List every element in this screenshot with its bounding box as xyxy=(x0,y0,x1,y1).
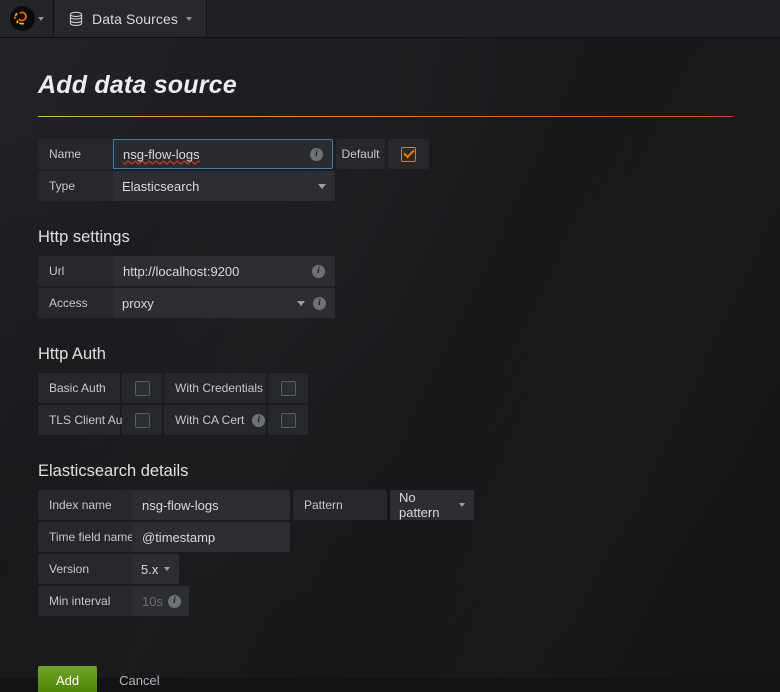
access-select[interactable]: proxy i xyxy=(113,288,335,318)
cancel-button[interactable]: Cancel xyxy=(113,666,165,692)
type-label: Type xyxy=(38,171,113,201)
caret-down-icon xyxy=(459,503,465,507)
access-label: Access xyxy=(38,288,113,318)
nav-item-data-sources[interactable]: Data Sources xyxy=(54,0,207,37)
access-value: proxy xyxy=(122,296,287,311)
name-value: nsg-flow-logs xyxy=(123,147,302,162)
basic-auth-label: Basic Auth xyxy=(38,373,120,403)
basic-auth-row: Basic Auth With Credentials i xyxy=(38,373,780,403)
url-label: Url xyxy=(38,256,113,286)
index-name-label: Index name xyxy=(38,490,132,520)
info-circle-icon[interactable]: i xyxy=(252,414,265,427)
basic-settings-group: Name nsg-flow-logs i Default Type Elasti… xyxy=(38,139,780,201)
with-ca-cert-checkbox-cell[interactable] xyxy=(268,405,308,435)
info-circle-icon[interactable]: i xyxy=(168,595,181,608)
index-name-input[interactable]: nsg-flow-logs xyxy=(132,490,290,520)
basic-auth-checkbox-cell[interactable] xyxy=(122,373,162,403)
tls-client-auth-row: TLS Client Auth With CA Cert i xyxy=(38,405,780,435)
caret-down-icon xyxy=(38,17,44,21)
info-circle-icon[interactable]: i xyxy=(310,148,323,161)
with-credentials-checkbox[interactable] xyxy=(281,381,296,396)
page-title: Add data source xyxy=(38,71,780,100)
min-interval-label: Min interval xyxy=(38,586,132,616)
form-actions: Add Cancel xyxy=(38,666,780,692)
grafana-logo-icon xyxy=(10,6,35,31)
default-label: Default xyxy=(336,139,385,169)
tls-client-auth-label: TLS Client Auth xyxy=(38,405,120,435)
type-select[interactable]: Elasticsearch xyxy=(113,171,335,201)
add-button[interactable]: Add xyxy=(38,666,97,692)
name-label: Name xyxy=(38,139,113,169)
index-name-value: nsg-flow-logs xyxy=(142,498,280,513)
type-value: Elasticsearch xyxy=(122,179,308,194)
with-ca-cert-checkbox[interactable] xyxy=(281,413,296,428)
caret-down-icon xyxy=(318,184,326,189)
url-value: http://localhost:9200 xyxy=(123,264,304,279)
info-circle-icon[interactable]: i xyxy=(312,265,325,278)
caret-down-icon xyxy=(164,567,170,571)
min-interval-input[interactable]: 10s i xyxy=(132,586,189,616)
grafana-home-button[interactable] xyxy=(0,0,54,37)
caret-down-icon xyxy=(297,301,305,306)
index-name-row: Index name nsg-flow-logs Pattern No patt… xyxy=(38,490,780,520)
basic-auth-checkbox[interactable] xyxy=(135,381,150,396)
min-interval-row: Min interval 10s i xyxy=(38,586,780,616)
type-row: Type Elasticsearch xyxy=(38,171,780,201)
time-field-name-label: Time field name xyxy=(38,522,132,552)
version-label: Version xyxy=(38,554,132,584)
page-content: Add data source Name nsg-flow-logs i Def… xyxy=(0,38,780,692)
pattern-select[interactable]: No pattern xyxy=(390,490,474,520)
name-row: Name nsg-flow-logs i Default xyxy=(38,139,780,169)
info-circle-icon[interactable]: i xyxy=(313,297,326,310)
with-credentials-text: With Credentials xyxy=(175,381,263,395)
http-auth-title: Http Auth xyxy=(38,345,780,364)
tls-client-auth-checkbox-cell[interactable] xyxy=(122,405,162,435)
with-ca-cert-label: With CA Cert i xyxy=(164,405,266,435)
pattern-label: Pattern xyxy=(293,490,387,520)
min-interval-placeholder: 10s xyxy=(142,594,163,609)
elasticsearch-details-group: Index name nsg-flow-logs Pattern No patt… xyxy=(38,490,780,616)
http-settings-group: Url http://localhost:9200 i Access proxy… xyxy=(38,256,780,318)
elasticsearch-details-title: Elasticsearch details xyxy=(38,462,780,481)
http-settings-title: Http settings xyxy=(38,228,780,247)
with-ca-cert-text: With CA Cert xyxy=(175,413,244,427)
pattern-value: No pattern xyxy=(399,490,453,520)
url-input[interactable]: http://localhost:9200 i xyxy=(113,256,335,286)
version-select[interactable]: 5.x xyxy=(132,554,179,584)
default-checkbox-cell[interactable] xyxy=(388,139,429,169)
time-field-name-value: @timestamp xyxy=(142,530,280,545)
http-auth-group: Basic Auth With Credentials i TLS Client… xyxy=(38,373,780,435)
version-value: 5.x xyxy=(141,562,160,577)
database-icon xyxy=(68,11,84,27)
top-navbar: Data Sources xyxy=(0,0,780,38)
time-field-name-row: Time field name @timestamp xyxy=(38,522,780,552)
name-input[interactable]: nsg-flow-logs i xyxy=(113,139,333,169)
default-checkbox[interactable] xyxy=(401,147,416,162)
nav-item-label: Data Sources xyxy=(92,11,178,27)
access-row: Access proxy i xyxy=(38,288,780,318)
title-divider xyxy=(38,116,733,117)
time-field-name-input[interactable]: @timestamp xyxy=(132,522,290,552)
url-row: Url http://localhost:9200 i xyxy=(38,256,780,286)
tls-client-auth-checkbox[interactable] xyxy=(135,413,150,428)
with-credentials-label: With Credentials i xyxy=(164,373,266,403)
version-row: Version 5.x xyxy=(38,554,780,584)
navbar-empty-space xyxy=(207,0,780,37)
caret-down-icon xyxy=(186,17,192,21)
with-credentials-checkbox-cell[interactable] xyxy=(268,373,308,403)
